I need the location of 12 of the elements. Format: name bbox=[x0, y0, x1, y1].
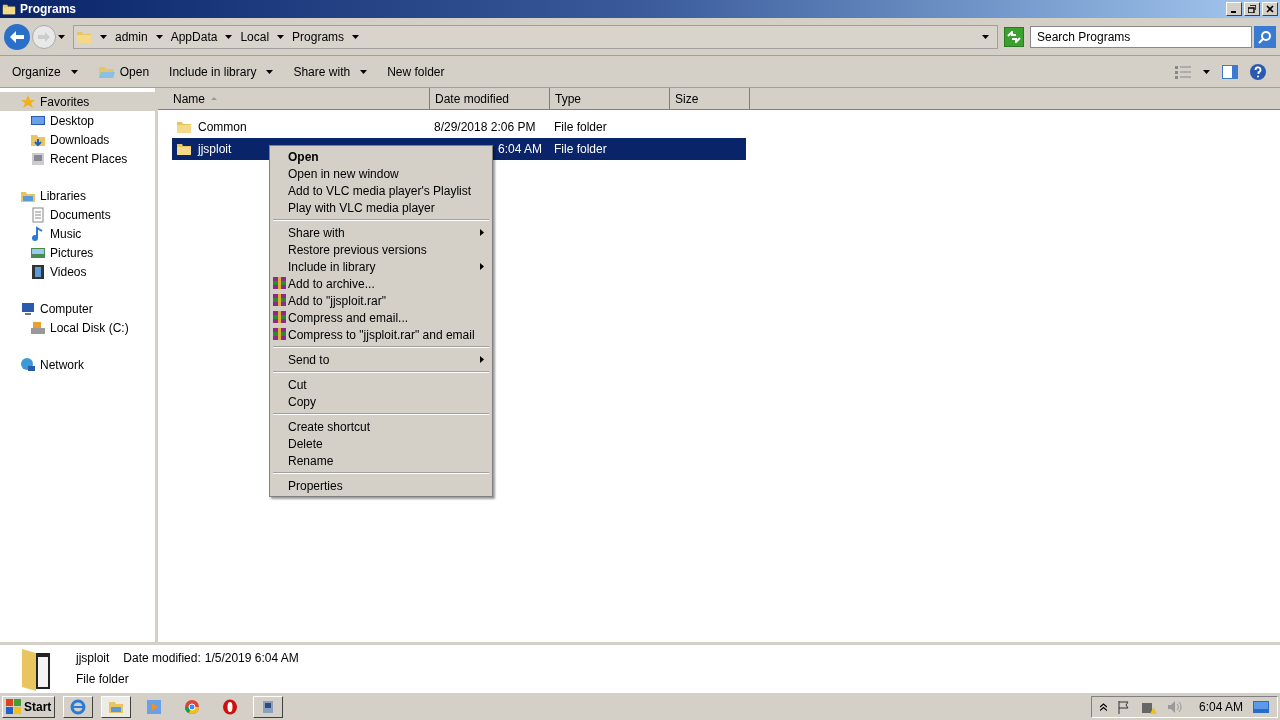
file-name: Common bbox=[198, 119, 247, 136]
window-title: Programs bbox=[20, 1, 77, 18]
details-date-label: Date modified: bbox=[123, 650, 201, 667]
type-cell: File folder bbox=[554, 142, 607, 156]
type-cell: File folder bbox=[554, 120, 607, 134]
file-name: jjsploit bbox=[198, 141, 232, 158]
date-cell: 6:04 AM bbox=[498, 142, 543, 156]
details-name: jjsploit bbox=[76, 650, 110, 667]
details-type: File folder bbox=[76, 671, 130, 688]
details-date: 1/5/2019 6:04 AM bbox=[204, 650, 299, 667]
date-cell: 8/29/2018 2:06 PM bbox=[434, 120, 536, 134]
clock: 6:04 AM bbox=[1198, 698, 1243, 716]
